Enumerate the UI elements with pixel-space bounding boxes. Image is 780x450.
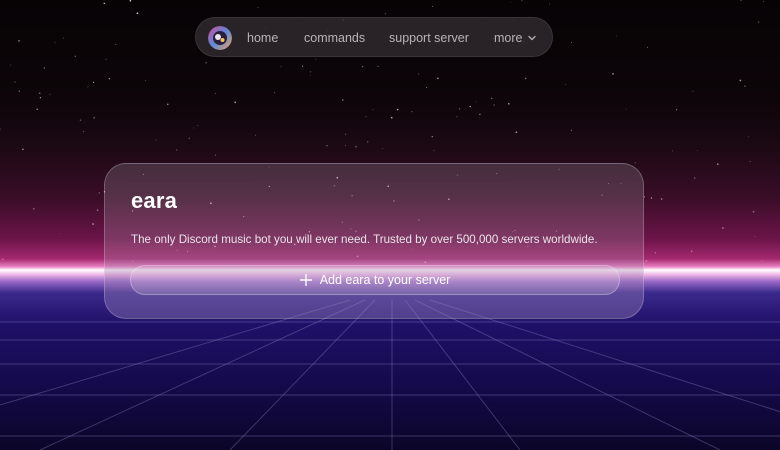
add-to-server-label: Add eara to your server [319, 273, 451, 287]
nav-link-home[interactable]: home [247, 18, 278, 58]
chevron-down-icon [528, 35, 537, 41]
hero-tagline: The only Discord music bot you will ever… [131, 233, 598, 246]
nav-link-more-label: more [494, 31, 523, 45]
eara-avatar-icon[interactable] [208, 26, 232, 50]
top-navigation-bar: home commands support server more [195, 17, 553, 57]
nav-link-more-dropdown[interactable]: more [494, 18, 537, 58]
hero-card: eara The only Discord music bot you will… [104, 163, 644, 319]
nav-link-commands[interactable]: commands [304, 18, 365, 58]
retro-synthwave-background: home commands support server more eara T… [0, 0, 780, 450]
plus-icon [299, 274, 312, 286]
hero-title: eara [131, 188, 178, 213]
nav-link-support-server[interactable]: support server [389, 18, 469, 58]
add-to-server-button[interactable]: Add eara to your server [130, 265, 620, 295]
